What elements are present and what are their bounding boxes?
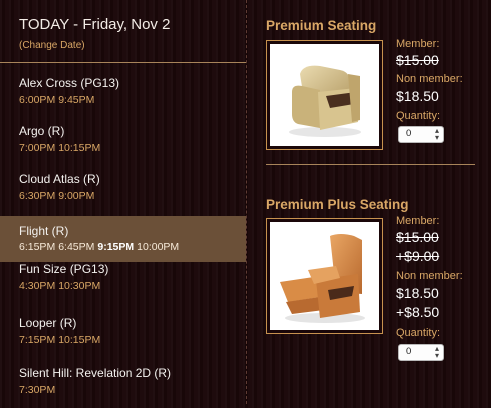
premium-plus-seating-title: Premium Plus Seating xyxy=(266,197,409,212)
recliner-image xyxy=(289,65,361,137)
showtime-link[interactable]: 10:00PM xyxy=(137,241,179,253)
movie-title: Argo (R) xyxy=(19,124,65,138)
section-divider xyxy=(266,164,475,165)
showtime-link[interactable]: 9:00PM xyxy=(58,190,94,202)
showtime-link[interactable]: 9:45PM xyxy=(58,94,94,106)
movie-row[interactable]: Cloud Atlas (R) 6:30PM 9:00PM xyxy=(0,172,246,214)
premium-seating-title: Premium Seating xyxy=(266,18,377,33)
plus-quantity-label: Quantity: xyxy=(396,327,441,339)
plus-member-extra: +$9.00 xyxy=(396,248,440,264)
showtime-link[interactable]: 6:45PM xyxy=(58,241,94,253)
movie-row[interactable]: Silent Hill: Revelation 2D (R) 7:30PM xyxy=(0,366,246,408)
change-date-link[interactable]: (Change Date) xyxy=(19,40,85,51)
date-heading: TODAY - Friday, Nov 2 xyxy=(19,16,171,33)
select-arrows-icon: ▴ ▾ xyxy=(434,344,439,360)
movie-title: Fun Size (PG13) xyxy=(19,262,109,276)
movie-title: Cloud Atlas (R) xyxy=(19,172,100,186)
plus-member-price: $15.00 xyxy=(396,229,439,245)
movie-title: Silent Hill: Revelation 2D (R) xyxy=(19,366,172,380)
movie-row[interactable]: Flight (R) 6:15PM 6:45PM 9:15PM 10:00PM xyxy=(0,216,246,262)
movie-row[interactable]: Argo (R) 7:00PM 10:15PM xyxy=(0,124,246,166)
quantity-value: 0 xyxy=(406,346,412,357)
showtime-link[interactable]: 10:15PM xyxy=(58,334,100,346)
quantity-value: 0 xyxy=(406,128,412,139)
movie-row[interactable]: Looper (R) 7:15PM 10:15PM xyxy=(0,316,246,358)
showtime-link[interactable]: 7:30PM xyxy=(19,384,55,396)
nonmember-price: $18.50 xyxy=(396,88,439,104)
movie-title: Flight (R) xyxy=(19,224,69,238)
movie-title: Alex Cross (PG13) xyxy=(19,76,120,90)
showtime-link[interactable]: 10:15PM xyxy=(58,142,100,154)
showtime-list: 7:15PM 10:15PM xyxy=(19,334,103,346)
divider-line xyxy=(0,62,246,63)
showtime-link[interactable]: 6:00PM xyxy=(19,94,55,106)
movie-row[interactable]: Alex Cross (PG13) 6:00PM 9:45PM xyxy=(0,76,246,118)
quantity-label: Quantity: xyxy=(396,110,441,122)
showtime-link[interactable]: 10:30PM xyxy=(58,280,100,292)
showtime-list: 6:00PM 9:45PM xyxy=(19,94,97,106)
nonmember-label: Non member: xyxy=(396,73,463,85)
showtime-list: 6:15PM 6:45PM 9:15PM 10:00PM xyxy=(19,241,182,253)
showtime-link[interactable]: 6:15PM xyxy=(19,241,55,253)
pane-divider xyxy=(246,0,247,404)
member-label: Member: xyxy=(396,38,440,50)
movie-row[interactable]: Fun Size (PG13) 4:30PM 10:30PM xyxy=(0,262,246,304)
power-recliner-image xyxy=(280,234,365,323)
showtime-link[interactable]: 4:30PM xyxy=(19,280,55,292)
premium-seat-photo xyxy=(266,40,383,150)
plus-nonmember-price: $18.50 xyxy=(396,285,439,301)
premium-plus-quantity-select[interactable]: 0 ▴ ▾ xyxy=(398,344,444,361)
showtime-list: 7:30PM xyxy=(19,384,58,396)
premium-plus-seat-photo xyxy=(266,218,383,334)
showtimes-panel: TODAY - Friday, Nov 2 (Change Date) Alex… xyxy=(0,0,246,404)
premium-quantity-select[interactable]: 0 ▴ ▾ xyxy=(398,126,444,143)
plus-nonmember-extra: +$8.50 xyxy=(396,304,440,320)
movie-title: Looper (R) xyxy=(19,316,77,330)
showtime-link[interactable]: 7:00PM xyxy=(19,142,55,154)
showtime-list: 6:30PM 9:00PM xyxy=(19,190,97,202)
showtime-list: 7:00PM 10:15PM xyxy=(19,142,103,154)
plus-member-label: Member: xyxy=(396,215,440,227)
showtime-link[interactable]: 6:30PM xyxy=(19,190,55,202)
showtime-link[interactable]: 9:15PM xyxy=(97,241,134,253)
member-price: $15.00 xyxy=(396,52,439,68)
select-arrows-icon: ▴ ▾ xyxy=(434,126,439,142)
showtime-list: 4:30PM 10:30PM xyxy=(19,280,103,292)
showtime-link[interactable]: 7:15PM xyxy=(19,334,55,346)
plus-nonmember-label: Non member: xyxy=(396,270,463,282)
